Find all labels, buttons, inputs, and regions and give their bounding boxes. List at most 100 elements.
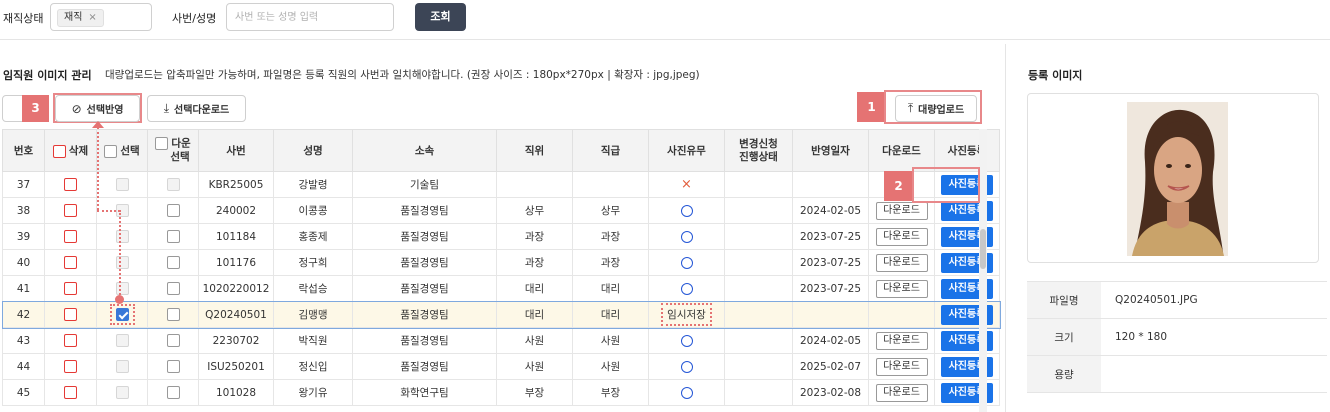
download-button[interactable]: 다운로드 [875, 201, 928, 220]
cell-download: 다운로드 [868, 275, 935, 302]
table-row[interactable]: 43 2230702 박직원 품질경영팀 사원 사원 2024-02-05 다운로드 사진등록 [2, 327, 1000, 354]
cell-dept: 기술팀 [352, 171, 497, 198]
status-tag-label: 재직 [64, 12, 83, 23]
select-all-checkbox[interactable] [104, 144, 118, 158]
download-select-checkbox[interactable] [166, 386, 180, 399]
cell-empno: 1020220012 [198, 275, 274, 302]
col-register: 사진등록 [934, 129, 1000, 172]
col-no: 번호 [2, 129, 45, 172]
select-checkbox[interactable] [115, 334, 129, 347]
delete-checkbox[interactable] [64, 204, 77, 217]
download-select-checkbox[interactable] [166, 204, 180, 217]
select-checkbox[interactable] [115, 282, 129, 295]
download-select-checkbox[interactable] [166, 334, 180, 347]
search-button[interactable]: 조회 [415, 3, 466, 31]
select-checkbox[interactable] [115, 178, 129, 191]
select-checkbox[interactable] [115, 230, 129, 243]
cell-name: 박직원 [273, 327, 353, 354]
tag-remove-icon[interactable]: × [88, 12, 96, 23]
volume-value [1101, 355, 1327, 393]
info-row-volume: 용량 [1027, 355, 1327, 393]
cell-dept: 품질경영팀 [352, 197, 497, 224]
check-circle-icon: ⊘ [71, 101, 82, 116]
delete-checkbox[interactable] [64, 334, 77, 347]
download-select-checkbox[interactable] [166, 178, 180, 191]
filename-value: Q20240501.JPG [1101, 281, 1327, 319]
cell-position: 대리 [496, 301, 573, 328]
cell-download: 다운로드 [868, 249, 935, 276]
table-row[interactable]: 42 Q20240501 김맹맹 품질경영팀 대리 대리 임시저장 사진등록 [1, 300, 1001, 329]
cell-empno: 240002 [198, 197, 274, 224]
download-select-checkbox[interactable] [166, 230, 180, 243]
table-row[interactable]: 40 101176 정구희 품질경영팀 과장 과장 2023-07-25 다운로드 사진등록 [2, 249, 1000, 276]
cell-dept: 화학연구팀 [352, 379, 497, 406]
cell-no: 42 [2, 301, 45, 328]
select-checkbox[interactable] [115, 256, 129, 269]
cell-rank: 대리 [572, 275, 649, 302]
cell-dept: 품질경영팀 [352, 353, 497, 380]
image-panel-title: 등록 이미지 [1028, 69, 1083, 82]
table-row[interactable]: 44 ISU250201 정신입 품질경영팀 사원 사원 2025-02-07 다운로드 사진등… [2, 353, 1000, 380]
select-checkbox[interactable] [115, 360, 129, 373]
status-filter-select[interactable]: 재직 × [50, 3, 152, 31]
employee-table: 번호 삭제 선택 다운 선택 사번 성명 소속 직위 직급 사진유무 변경신청 진행… [1, 129, 1001, 406]
cell-dept: 품질경영팀 [352, 327, 497, 354]
table-row[interactable]: 39 101184 홍종제 품질경영팀 과장 과장 2023-07-25 다운로드 사진등록 [2, 223, 1000, 250]
download-button[interactable]: 다운로드 [875, 227, 928, 246]
cell-no: 43 [2, 327, 45, 354]
cell-position: 사원 [496, 327, 573, 354]
cell-rank: 상무 [572, 197, 649, 224]
connector-line-vertical-bottom [119, 210, 121, 298]
delete-all-checkbox[interactable] [52, 144, 66, 158]
bulk-upload-button[interactable]: ⤒ 대량업로드 [895, 95, 977, 122]
download-select-checkbox[interactable] [166, 256, 180, 269]
cell-applied-date: 2023-02-08 [792, 379, 869, 406]
image-preview [1027, 93, 1319, 263]
cell-download: 다운로드 [868, 223, 935, 250]
download-select-all-checkbox[interactable] [155, 137, 169, 151]
cell-dept: 품질경영팀 [352, 275, 497, 302]
filter-bar: 재직상태 재직 × 사번/성명 조회 [0, 0, 1330, 40]
delete-checkbox[interactable] [64, 282, 77, 295]
download-select-checkbox[interactable] [166, 282, 180, 295]
delete-checkbox[interactable] [64, 308, 77, 321]
download-select-checkbox[interactable] [166, 360, 180, 373]
photo-exists-icon [680, 386, 693, 399]
cell-photo: × [648, 171, 725, 198]
table-row[interactable]: 37 KBR25005 강발령 기술팀 × 사진등록 [2, 171, 1000, 198]
cell-register: 사진등록 [934, 249, 1000, 276]
delete-checkbox[interactable] [64, 230, 77, 243]
status-tag: 재직 × [57, 9, 104, 27]
cell-dept: 품질경영팀 [352, 249, 497, 276]
size-label: 크기 [1027, 318, 1101, 356]
cell-empno: Q20240501 [198, 301, 274, 328]
cell-rank: 과장 [572, 249, 649, 276]
table-row[interactable]: 38 240002 이콩콩 품질경영팀 상무 상무 2024-02-05 다운로드 사진등록 [2, 197, 1000, 224]
download-icon: ⤓ [163, 101, 170, 115]
table-row[interactable]: 45 101028 왕기유 화학연구팀 부장 부장 2023-02-08 다운로드 사진등록 [2, 379, 1000, 406]
apply-selection-button[interactable]: ⊘ 선택반영 [55, 95, 140, 122]
selected-download-button[interactable]: ⤓ 선택다운로드 [147, 95, 246, 122]
table-row[interactable]: 41 1020220012 락섭승 품질경영팀 대리 대리 2023-07-25 다운로드 사진… [2, 275, 1000, 302]
delete-checkbox[interactable] [64, 178, 77, 191]
download-button[interactable]: 다운로드 [875, 357, 928, 376]
download-button[interactable]: 다운로드 [875, 279, 928, 298]
download-button[interactable]: 다운로드 [875, 383, 928, 402]
download-button[interactable]: 다운로드 [875, 253, 928, 272]
delete-checkbox[interactable] [64, 386, 77, 399]
cell-no: 39 [2, 223, 45, 250]
cell-rank: 사원 [572, 327, 649, 354]
download-button[interactable]: 다운로드 [875, 331, 928, 350]
delete-checkbox[interactable] [64, 360, 77, 373]
scrollbar-thumb[interactable] [980, 229, 986, 269]
cell-change-status [724, 275, 793, 302]
select-checkbox[interactable] [115, 386, 129, 399]
cell-download-select [147, 197, 199, 224]
download-select-checkbox[interactable] [166, 308, 180, 321]
delete-checkbox[interactable] [64, 256, 77, 269]
cell-name: 정구희 [273, 249, 353, 276]
table-scrollbar[interactable] [979, 129, 987, 412]
select-checkbox[interactable] [115, 308, 129, 321]
bulk-upload-label: 대량업로드 [918, 105, 965, 116]
search-input[interactable] [226, 3, 394, 31]
